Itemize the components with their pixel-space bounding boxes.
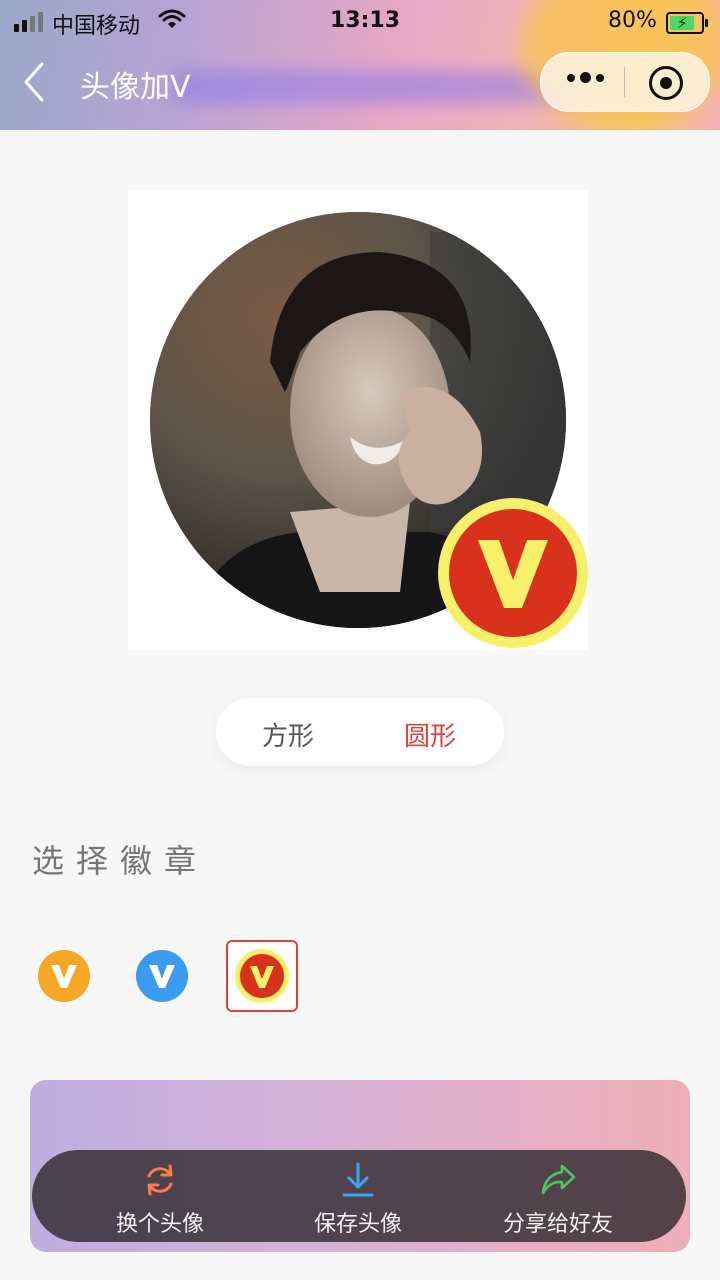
capsule-divider	[624, 67, 625, 97]
refresh-icon	[147, 1164, 173, 1196]
download-icon	[342, 1162, 374, 1197]
close-button[interactable]	[649, 66, 683, 100]
red-v-icon	[235, 949, 289, 1003]
shape-option-square[interactable]: 方形	[262, 716, 314, 753]
badge-overlay-v-icon	[438, 498, 588, 648]
change-avatar-label: 换个头像	[115, 1212, 204, 1237]
action-bar: 换个头像 保存头像 分享给好友	[32, 1150, 686, 1242]
carrier-label: 中国移动	[52, 14, 141, 39]
badge-option-red-selected[interactable]	[226, 940, 298, 1012]
orange-v-icon	[38, 950, 90, 1002]
avatar-preview	[128, 190, 588, 650]
share-label: 分享给好友	[502, 1212, 613, 1237]
more-button[interactable]	[567, 72, 604, 83]
shape-option-circle[interactable]: 圆形	[404, 716, 456, 753]
battery-percent: 80%	[608, 8, 657, 33]
badge-option-blue[interactable]	[134, 948, 190, 1004]
save-avatar-label: 保存头像	[313, 1212, 402, 1237]
clock: 13:13	[330, 8, 401, 33]
change-avatar-button[interactable]: 换个头像	[70, 1160, 250, 1238]
mini-program-capsule	[540, 52, 710, 112]
back-button[interactable]	[18, 60, 58, 104]
shape-toggle: 方形 圆形	[216, 698, 504, 766]
wifi-icon	[158, 9, 186, 28]
share-arrow-icon	[541, 1164, 576, 1195]
header: 中国移动 13:13 80% ⚡ 头像加V	[0, 0, 720, 130]
save-avatar-button[interactable]: 保存头像	[268, 1160, 448, 1238]
page-title: 头像加V	[80, 70, 191, 105]
battery-icon: ⚡	[666, 12, 708, 34]
signal-icon	[14, 12, 43, 32]
share-button[interactable]: 分享给好友	[468, 1160, 648, 1238]
status-bar: 中国移动 13:13 80% ⚡	[0, 6, 720, 39]
badge-option-orange[interactable]	[36, 948, 92, 1004]
badge-section-title: 选择徽章	[32, 842, 209, 880]
blue-v-icon	[136, 950, 188, 1002]
